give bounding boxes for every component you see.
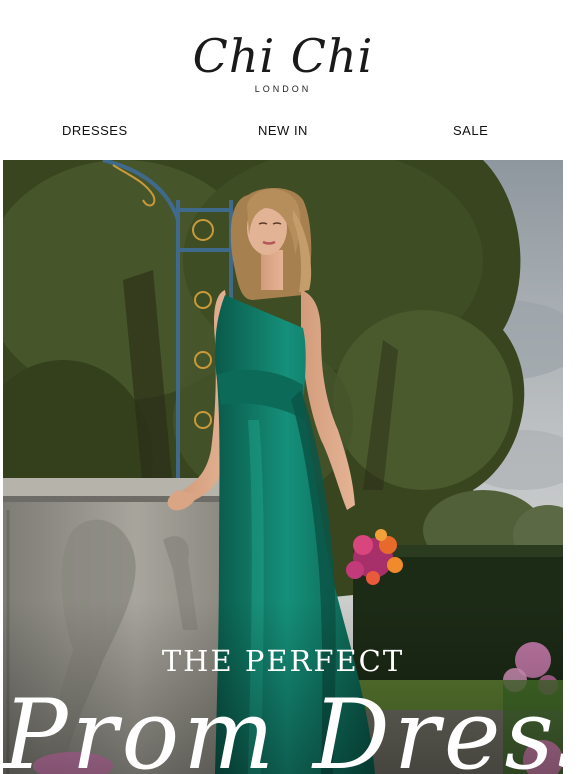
hero-heading: THE PERFECT bbox=[161, 644, 405, 678]
brand-tagline: LONDON bbox=[254, 84, 312, 94]
hero-banner[interactable]: THE PERFECT Prom Dress bbox=[3, 160, 563, 774]
brand-logo[interactable]: Chi Chi LONDON bbox=[0, 30, 566, 94]
nav-link-dresses[interactable]: DRESSES bbox=[62, 123, 128, 138]
nav-link-new-in[interactable]: NEW IN bbox=[258, 123, 308, 138]
email-page: Chi Chi LONDON DRESSES NEW IN SALE THE P… bbox=[0, 0, 580, 774]
brand-name: Chi Chi bbox=[192, 29, 374, 83]
hero-script-title: Prom Dress bbox=[3, 679, 563, 774]
main-nav: DRESSES NEW IN SALE bbox=[0, 123, 580, 141]
nav-link-sale[interactable]: SALE bbox=[453, 123, 488, 138]
